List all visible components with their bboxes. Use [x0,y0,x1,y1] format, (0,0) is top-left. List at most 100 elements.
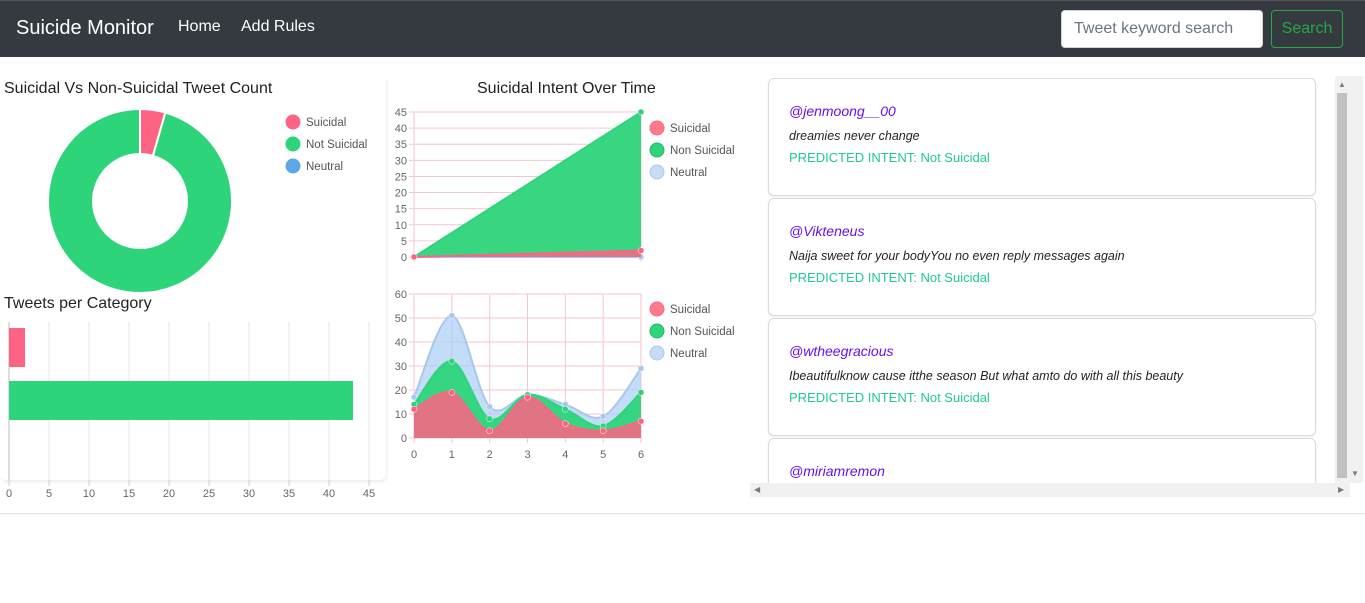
data-point [410,393,418,401]
scroll-left-arrow-icon[interactable]: ◀ [754,485,760,494]
predicted-intent: PREDICTED INTENT: Not Suicidal [789,270,990,285]
data-point [562,405,569,413]
horizontal-scrollbar[interactable] [750,483,1350,497]
tweet-text: Naija sweet for your bodyYou no even rep… [789,249,1125,263]
data-point [637,365,645,372]
x-tick-label: 30 [243,488,255,500]
tweet-feed[interactable]: @jenmoong__00 dreamies never change PRED… [750,76,1334,483]
legend-label: Neutral [670,167,707,179]
data-point [637,108,645,116]
x-tick-label: 1 [449,449,455,461]
legend-swatch [649,301,665,317]
data-point [448,389,456,396]
y-tick-label: 30 [395,361,407,373]
tweet-card: @jenmoong__00 dreamies never change PRED… [768,78,1316,196]
tweet-card: @miriamremon [768,438,1316,483]
legend-swatch [285,136,301,152]
x-tick-label: 0 [6,488,12,500]
brand-title[interactable]: Suicide Monitor [16,17,154,40]
data-point [637,247,645,254]
tweet-handle[interactable]: @wtheegracious [789,343,894,359]
x-tick-label: 40 [323,488,335,500]
x-tick-label: 3 [524,449,530,461]
doughnut-chart-title: Suicidal Vs Non-Suicidal Tweet Count [4,80,273,97]
footer-divider [0,513,1365,514]
data-point [599,413,607,420]
legend-label: Suicidal [670,123,710,135]
bar [9,328,25,367]
tweet-handle[interactable]: @jenmoong__00 [789,103,896,119]
y-tick-label: 25 [395,171,407,183]
tweet-card: @wtheegracious Ibeautifulknow cause itth… [768,318,1316,436]
vertical-scroll-thumb[interactable] [1337,93,1347,478]
y-tick-label: 0 [401,252,407,264]
x-tick-label: 10 [83,488,95,500]
data-point [562,420,569,427]
x-tick-label: 15 [123,488,135,500]
data-point [637,417,645,425]
y-tick-label: 45 [395,107,407,119]
legend-label: Non Suicidal [670,326,735,338]
doughnut-slice [47,107,233,294]
legend-swatch [285,158,301,174]
x-tick-label: 0 [411,449,417,461]
x-tick-label: 35 [283,488,295,500]
intent-over-time-chart: 0 5 10 15 20 25 30 35 40 45 Suicidal Non Suicidal Ne… [395,107,735,264]
x-tick-label: 20 [163,488,175,500]
nav-home-link[interactable]: Home [178,18,221,36]
data-point [524,393,531,401]
data-point [599,427,607,435]
tweet-text: dreamies never change [789,129,920,143]
bar-chart-title: Tweets per Category [4,295,152,312]
tweet-search-input[interactable] [1061,10,1263,48]
top-navbar: Suicide Monitor Home Add Rules Search [0,0,1365,57]
tweet-handle[interactable]: @miriamremon [789,463,885,479]
legend-label: Suicidal [306,117,346,129]
data-point [448,357,456,365]
data-point [486,415,493,423]
predicted-intent: PREDICTED INTENT: Not Suicidal [789,150,990,165]
y-tick-label: 10 [395,409,407,421]
legend-label: Not Suicidal [306,139,367,151]
x-tick-label: 4 [562,449,568,461]
scroll-right-arrow-icon[interactable]: ▶ [1338,485,1344,494]
data-point [637,389,645,396]
scroll-up-arrow-icon[interactable]: ▲ [1338,80,1346,89]
legend-swatch [649,345,665,361]
y-tick-label: 30 [395,155,407,167]
nav-add-rules-link[interactable]: Add Rules [241,18,315,36]
tweet-handle[interactable]: @Vikteneus [789,223,864,239]
y-tick-label: 10 [395,220,407,232]
y-tick-label: 20 [395,385,407,397]
legend-swatch [649,120,665,136]
y-tick-label: 40 [395,123,407,135]
y-tick-label: 50 [395,313,407,325]
y-tick-label: 35 [395,139,407,151]
legend-label: Neutral [306,161,343,173]
x-tick-label: 2 [487,449,493,461]
stacked-area-chart: 0 10 20 30 40 50 60 0 1 2 3 4 5 6 Suicidal Non Suicidal… [395,289,735,461]
data-point [410,405,418,413]
predicted-intent: PREDICTED INTENT: Not Suicidal [789,390,990,405]
scroll-down-arrow-icon[interactable]: ▼ [1351,469,1359,478]
data-point [486,427,493,435]
legend-swatch [649,164,665,180]
y-tick-label: 20 [395,188,407,200]
legend-label: Neutral [670,348,707,360]
bar [9,381,353,420]
y-tick-label: 5 [401,236,407,248]
y-tick-label: 15 [395,204,407,216]
y-tick-label: 60 [395,289,407,301]
horizontal-bar-chart: 0 5 10 15 20 25 30 35 40 45 [6,322,375,500]
x-tick-label: 5 [600,449,606,461]
data-point [410,253,418,261]
x-tick-label: 25 [203,488,215,500]
y-tick-label: 40 [395,337,407,349]
doughnut-chart: Suicidal Not Suicidal Neutral [47,107,367,294]
legend-swatch [649,142,665,158]
legend-label: Non Suicidal [670,145,735,157]
search-button[interactable]: Search [1271,10,1343,48]
y-tick-label: 0 [401,433,407,445]
data-point [486,403,493,411]
legend-swatch [285,114,301,130]
